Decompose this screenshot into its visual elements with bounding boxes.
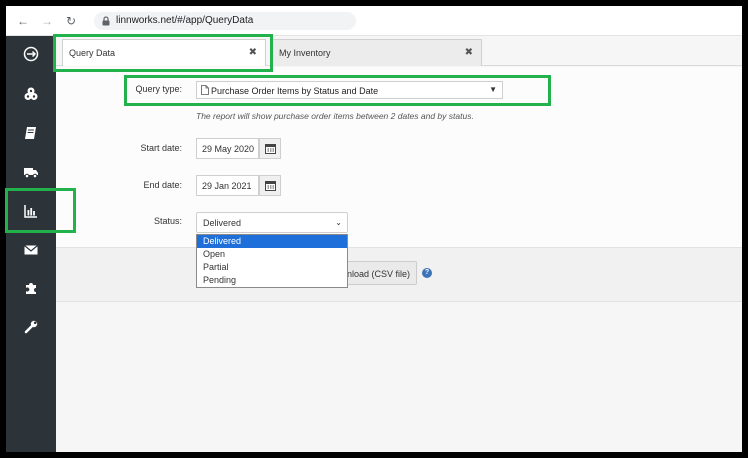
start-date-value: 29 May 2020	[202, 144, 255, 154]
tab-my-inventory[interactable]: My Inventory ✖	[272, 39, 482, 66]
forward-arrow-icon[interactable]: →	[40, 14, 54, 28]
inventory-icon[interactable]	[23, 86, 39, 102]
wrench-icon[interactable]	[23, 319, 39, 335]
calendar-icon	[265, 181, 276, 191]
calendar-icon	[265, 144, 276, 154]
query-help-text: The report will show purchase order item…	[196, 111, 474, 121]
truck-icon[interactable]	[23, 164, 39, 180]
status-option-pending[interactable]: Pending	[197, 274, 347, 287]
end-date-input[interactable]: 29 Jan 2021	[196, 175, 259, 196]
highlight-query-data-tab	[53, 34, 273, 72]
highlight-query-type	[124, 75, 551, 106]
download-label: nload (CSV file)	[346, 269, 410, 279]
status-select[interactable]: Delivered ⌄	[196, 212, 348, 233]
end-date-calendar-button[interactable]	[259, 175, 281, 196]
tab-label: My Inventory	[279, 48, 331, 58]
reload-icon[interactable]: ↻	[64, 14, 78, 28]
back-arrow-icon[interactable]: ←	[16, 14, 30, 28]
start-date-input[interactable]: 29 May 2020	[196, 138, 259, 159]
start-date-calendar-button[interactable]	[259, 138, 281, 159]
book-icon[interactable]	[23, 125, 39, 141]
status-dropdown-list: Delivered Open Partial Pending	[196, 234, 348, 288]
close-icon[interactable]: ✖	[465, 47, 473, 58]
chevron-down-icon: ⌄	[335, 218, 342, 227]
help-icon[interactable]: ?	[422, 268, 432, 278]
end-date-value: 29 Jan 2021	[202, 181, 252, 191]
status-value: Delivered	[203, 218, 242, 228]
action-bar: nload (CSV file) ?	[56, 247, 742, 302]
end-date-label: End date:	[143, 180, 182, 190]
start-date-label: Start date:	[140, 143, 182, 153]
puzzle-icon[interactable]	[23, 280, 39, 296]
lock-icon	[102, 16, 110, 26]
sidebar	[6, 36, 56, 452]
status-option-open[interactable]: Open	[197, 248, 347, 261]
envelope-icon[interactable]	[23, 242, 39, 258]
highlight-reports-sidebar	[5, 188, 76, 233]
status-label: Status:	[153, 216, 182, 226]
dashboard-icon[interactable]	[23, 46, 39, 62]
url-text: linnworks.net/#/app/QueryData	[116, 15, 254, 26]
browser-toolbar: ← → ↻ linnworks.net/#/app/QueryData	[6, 6, 742, 36]
status-option-partial[interactable]: Partial	[197, 261, 347, 274]
status-option-delivered[interactable]: Delivered	[197, 235, 347, 248]
address-bar[interactable]: linnworks.net/#/app/QueryData	[94, 12, 356, 30]
